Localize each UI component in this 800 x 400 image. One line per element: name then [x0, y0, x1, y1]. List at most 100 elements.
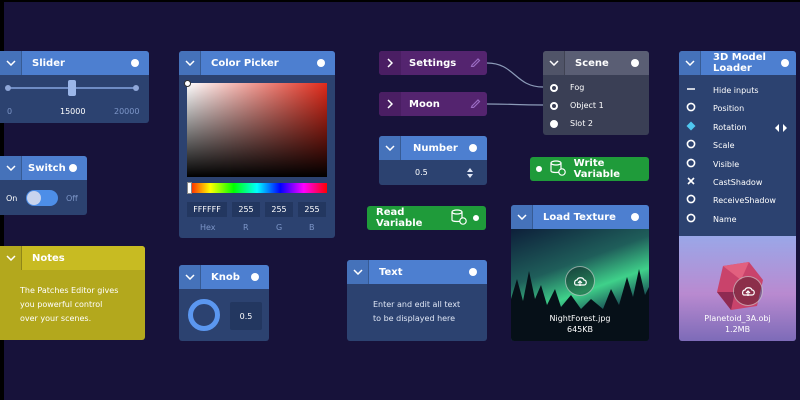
chevron-down-icon[interactable] [543, 51, 565, 75]
switch-header[interactable]: Switch [0, 156, 87, 180]
r-field[interactable]: 255 [232, 202, 260, 217]
read-variable-node[interactable]: Read Variable [367, 206, 486, 230]
chevron-right-icon[interactable] [379, 92, 401, 116]
diamond-icon[interactable] [686, 121, 696, 134]
circle-icon[interactable] [686, 102, 696, 115]
chevron-down-icon[interactable] [0, 246, 22, 270]
chevron-down-icon[interactable] [679, 51, 701, 75]
b-field[interactable]: 255 [298, 202, 326, 217]
scene-item-slot-2[interactable]: Slot 2 [550, 119, 593, 128]
output-port[interactable] [251, 273, 259, 281]
model-loader-header[interactable]: 3D Model Loader [679, 51, 796, 75]
circle-icon[interactable] [686, 158, 696, 171]
hue-thumb[interactable] [187, 182, 192, 194]
slider-track[interactable] [5, 80, 139, 96]
hex-label: Hex [200, 223, 216, 232]
scene-item-object-1[interactable]: Object 1 [550, 101, 604, 110]
model-input-label: Name [713, 214, 737, 224]
model-input-name[interactable]: Name [686, 213, 737, 226]
knob-value-box[interactable]: 0.5 [230, 302, 262, 330]
chevron-right-icon[interactable] [379, 51, 401, 75]
minus-icon[interactable] [686, 84, 696, 97]
input-port[interactable] [534, 164, 544, 174]
input-port[interactable] [550, 101, 558, 110]
node-title: Switch [28, 162, 66, 174]
chevron-down-icon[interactable] [347, 260, 369, 284]
input-port[interactable] [550, 119, 558, 128]
model-input-scale[interactable]: Scale [686, 139, 735, 152]
load-texture-header[interactable]: Load Texture [511, 205, 649, 229]
g-field[interactable]: 255 [265, 202, 293, 217]
slider-max: 20000 [114, 107, 140, 116]
output-port[interactable] [781, 59, 789, 67]
node-title: Color Picker [211, 57, 279, 69]
model-input-visible[interactable]: Visible [686, 158, 739, 171]
write-variable-node[interactable]: Write Variable [530, 157, 649, 181]
text-header[interactable]: Text [347, 260, 487, 284]
number-header[interactable]: Number [379, 136, 487, 160]
texture-filename: NightForest.jpg [549, 314, 611, 323]
chevron-down-icon[interactable] [0, 156, 22, 180]
settings-node[interactable]: Settings [379, 51, 487, 75]
hex-field[interactable]: FFFFFF [187, 202, 227, 217]
output-port[interactable] [469, 144, 477, 152]
switch-node: Switch On Off [0, 156, 87, 215]
circle-icon[interactable] [686, 194, 696, 207]
toggle-knob [27, 191, 41, 205]
output-port[interactable] [631, 59, 639, 67]
rotation-stepper[interactable] [774, 124, 788, 132]
model-input-hide-inputs[interactable]: Hide inputs [686, 84, 759, 97]
color-picker-header[interactable]: Color Picker [179, 51, 335, 75]
knob-header[interactable]: Knob [179, 265, 269, 289]
number-value[interactable]: 0.5 [415, 168, 428, 177]
model-size: 1.2MB [724, 325, 751, 334]
output-port[interactable] [631, 213, 639, 221]
slider-max-dot [133, 85, 139, 91]
slider-node: Slider 0 15000 20000 [0, 51, 149, 123]
scene-header[interactable]: Scene [543, 51, 649, 75]
model-input-castshadow[interactable]: CastShadow [686, 176, 762, 189]
model-input-position[interactable]: Position [686, 102, 744, 115]
pencil-icon[interactable] [470, 56, 481, 70]
model-preview[interactable]: Planetoid_3A.obj 1.2MB [679, 236, 796, 341]
slider-header[interactable]: Slider [0, 51, 149, 75]
input-port[interactable] [550, 83, 558, 92]
output-port[interactable] [317, 59, 325, 67]
output-port[interactable] [471, 213, 481, 223]
texture-preview[interactable]: NightForest.jpg 645KB [511, 229, 649, 341]
load-texture-node: Load Texture NightForest.jpg 645KB [511, 205, 649, 341]
saturation-field[interactable] [184, 80, 327, 177]
toggle-switch[interactable] [26, 190, 58, 206]
chevron-down-icon[interactable] [179, 265, 201, 289]
circle-icon[interactable] [686, 139, 696, 152]
hue-slider[interactable] [187, 182, 327, 194]
output-port[interactable] [469, 268, 477, 276]
scene-item-label: Object 1 [570, 101, 604, 110]
x-icon[interactable] [686, 176, 696, 189]
chevron-down-icon[interactable] [179, 51, 201, 75]
notes-node: Notes The Patches Editor gives you power… [0, 246, 145, 340]
number-node: Number 0.5 [379, 136, 487, 185]
notes-body[interactable]: The Patches Editor gives you powerful co… [20, 284, 118, 326]
text-body[interactable]: Enter and edit all text to be displayed … [373, 298, 460, 326]
upload-icon[interactable] [565, 266, 595, 296]
moon-node[interactable]: Moon [379, 92, 487, 116]
chevron-down-icon[interactable] [511, 205, 533, 229]
color-cursor[interactable] [184, 80, 191, 87]
circle-icon[interactable] [686, 213, 696, 226]
notes-header[interactable]: Notes [0, 246, 145, 270]
hex-value: FFFFFF [193, 205, 221, 214]
upload-icon[interactable] [733, 276, 763, 306]
model-input-receiveshadow[interactable]: ReceiveShadow [686, 194, 776, 207]
scene-item-fog[interactable]: Fog [550, 83, 584, 92]
slider-thumb[interactable] [68, 80, 76, 96]
chevron-down-icon[interactable] [379, 136, 401, 160]
stepper-icon[interactable] [467, 167, 473, 182]
model-input-rotation[interactable]: Rotation [686, 121, 746, 134]
pencil-icon[interactable] [470, 97, 481, 111]
output-port[interactable] [131, 59, 139, 67]
output-port[interactable] [69, 164, 77, 172]
knob-dial[interactable] [188, 299, 220, 331]
text-node: Text Enter and edit all text to be displ… [347, 260, 487, 341]
chevron-down-icon[interactable] [0, 51, 22, 75]
